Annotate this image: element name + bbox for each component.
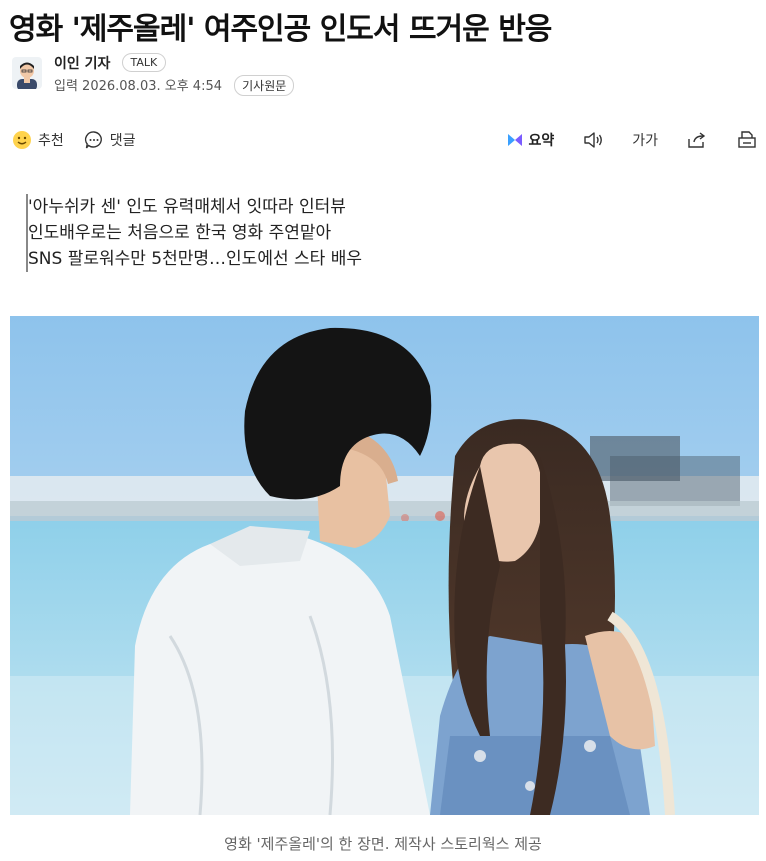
smile-icon <box>13 131 31 149</box>
talk-badge[interactable]: TALK <box>121 53 167 72</box>
summary-line: SNS 팔로워수만 5천만명…인도에선 스타 배우 <box>28 249 362 269</box>
recommend-button[interactable]: 추천 <box>12 130 64 150</box>
comment-label: 댓글 <box>109 133 136 149</box>
article-tools: 요약 가가 <box>478 130 758 150</box>
font-size-label: 가가 <box>632 133 658 149</box>
recommend-label: 추천 <box>38 133 64 149</box>
summary-button[interactable]: 요약 <box>506 130 554 150</box>
listen-button[interactable] <box>582 130 604 150</box>
article-photo[interactable] <box>10 316 759 815</box>
ai-summary-icon <box>508 134 523 146</box>
original-article-link[interactable]: 기사원문 <box>234 75 295 96</box>
author-name[interactable]: 이인 기자 <box>54 53 110 73</box>
comment-icon <box>84 131 102 149</box>
photo-caption: 영화 '제주올레'의 한 장면. 제작사 스토리웍스 제공 <box>224 835 542 853</box>
reaction-toolbar: 추천 댓글 <box>12 130 156 150</box>
share-button[interactable] <box>686 130 708 150</box>
article-meta: 입력 2026.08.03. 오후 4:54 기사원문 <box>54 75 295 96</box>
summary-line: 인도배우로는 처음으로 한국 영화 주연맡아 <box>28 223 332 243</box>
article-summary: '아누쉬카 센' 인도 유력매체서 잇따라 인터뷰 인도배우로는 처음으로 한국… <box>26 194 362 272</box>
summary-label: 요약 <box>528 133 555 149</box>
summary-line: '아누쉬카 센' 인도 유력매체서 잇따라 인터뷰 <box>28 197 346 217</box>
author-avatar[interactable] <box>12 57 42 89</box>
publish-timestamp: 입력 2026.08.03. 오후 4:54 <box>54 79 222 94</box>
comment-button[interactable]: 댓글 <box>84 130 136 150</box>
font-size-button[interactable]: 가가 <box>632 130 658 150</box>
share-icon <box>688 132 706 148</box>
print-icon <box>738 131 756 148</box>
article-headline: 영화 '제주올레' 여주인공 인도서 뜨거운 반응 <box>9 12 552 47</box>
print-button[interactable] <box>736 130 758 150</box>
byline: 이인 기자 TALK <box>54 52 167 73</box>
speaker-icon <box>584 132 603 148</box>
